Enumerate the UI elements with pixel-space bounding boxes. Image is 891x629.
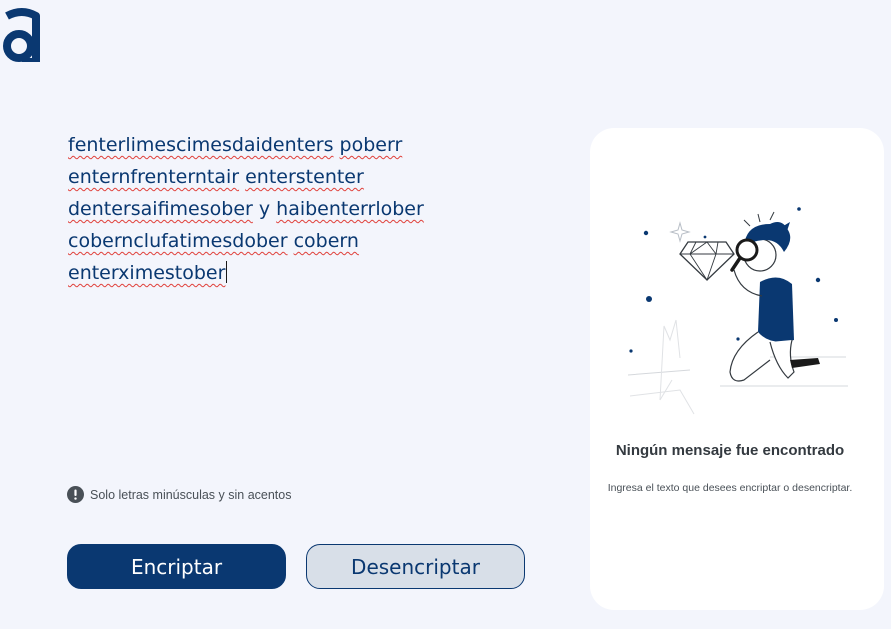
misspelled-word: fenterlimescimesdaidenters: [68, 134, 334, 156]
empty-state-title: Ningún mensaje fue encontrado: [615, 442, 845, 459]
alura-logo-icon[interactable]: [2, 6, 42, 62]
text-caret: [226, 261, 228, 283]
word-separator: y: [252, 198, 277, 220]
misspelled-word: cobernclufatimesdober: [68, 230, 288, 252]
person-magnifying-glass-illustration: [627, 207, 848, 415]
encrypt-button[interactable]: Encriptar: [67, 544, 286, 589]
misspelled-word: enterximestober: [68, 262, 226, 284]
editor-line: cobernclufatimesdober cobern: [68, 225, 468, 257]
editor-line: enternfrenterntair enterstenter: [68, 161, 468, 193]
input-hint: Solo letras minúsculas y sin acentos: [67, 486, 291, 503]
misspelled-word: dentersaifimesober: [68, 198, 253, 220]
exclamation-circle-icon: [67, 486, 84, 503]
misspelled-word: poberr: [339, 134, 403, 156]
message-textarea[interactable]: fenterlimescimesdaidenters poberr enternf…: [68, 129, 468, 429]
misspelled-word: haibenterrlober: [276, 198, 424, 220]
misspelled-word: cobern: [293, 230, 359, 252]
misspelled-word: enterstenter: [245, 166, 364, 188]
empty-state-subtitle: Ingresa el texto que desees encriptar o …: [607, 482, 853, 494]
hint-text: Solo letras minúsculas y sin acentos: [90, 487, 292, 502]
misspelled-word: enternfrenterntair: [68, 166, 240, 188]
editor-line: dentersaifimesober y haibenterrlober: [68, 193, 468, 225]
editor-line: enterximestober: [68, 257, 468, 289]
output-panel: Ningún mensaje fue encontrado Ingresa el…: [590, 128, 884, 610]
decrypt-button[interactable]: Desencriptar: [306, 544, 525, 589]
editor-line: fenterlimescimesdaidenters poberr: [68, 129, 468, 161]
